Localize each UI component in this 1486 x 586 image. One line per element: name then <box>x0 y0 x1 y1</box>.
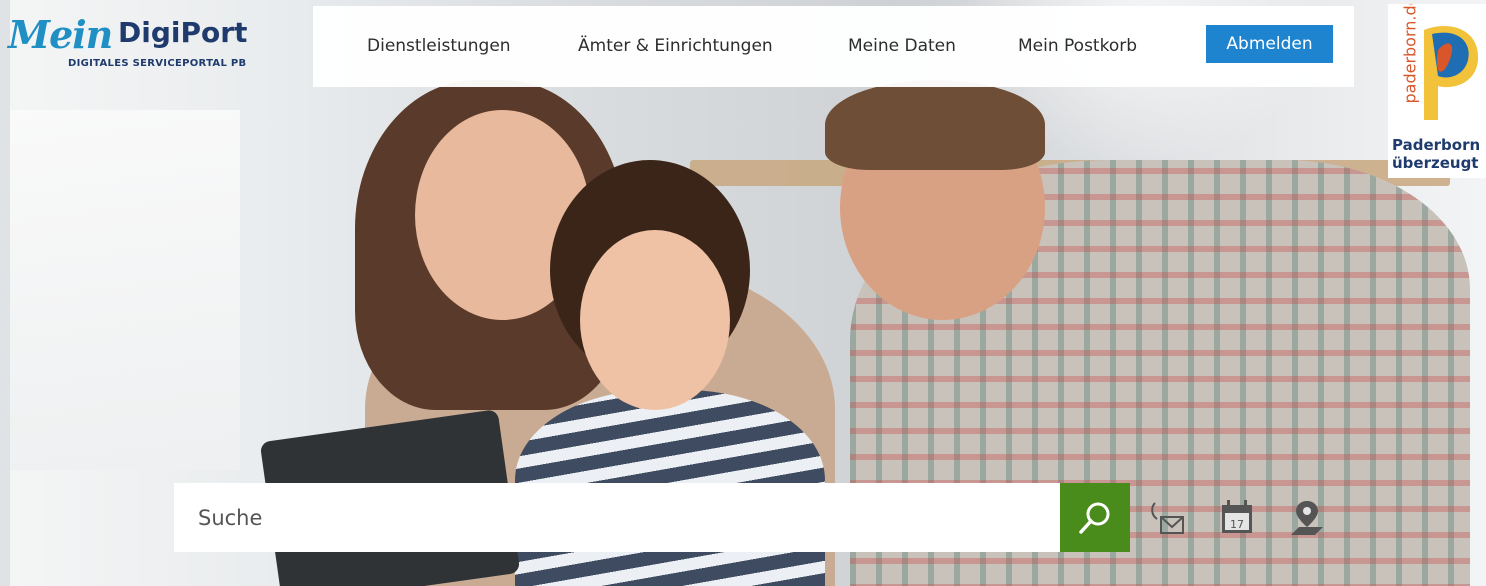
mail-quicklink[interactable] <box>1147 497 1191 541</box>
badge-vertical-text: paderborn.de <box>1400 4 1420 104</box>
mail-icon <box>1151 502 1184 534</box>
calendar-day-text: 17 <box>1230 518 1244 531</box>
logo-subtitle: DIGITALES SERVICEPORTAL PB <box>68 58 247 69</box>
nav-mein-postkorb[interactable]: Mein Postkorb <box>1018 36 1137 56</box>
nav-meine-daten[interactable]: Meine Daten <box>848 36 956 56</box>
search-button[interactable] <box>1060 483 1130 552</box>
logo-mein-text: Mein <box>8 12 113 57</box>
calendar-icon: 17 <box>1222 500 1252 533</box>
logout-button[interactable]: Abmelden <box>1206 25 1333 63</box>
badge-line1: Paderborn <box>1392 136 1481 154</box>
main-navigation: Dienstleistungen Ämter & Einrichtungen M… <box>313 6 1354 87</box>
paderborn-badge[interactable]: paderborn.de Paderborn überzeugt <box>1388 4 1486 178</box>
location-pin-icon <box>1291 501 1323 535</box>
paderborn-p-logo-icon <box>1424 25 1479 120</box>
search-icon <box>1079 502 1110 534</box>
location-quicklink[interactable] <box>1285 497 1329 541</box>
meindigiport-logo[interactable]: Mein DigiPort DIGITALES SERVICEPORTAL PB <box>8 12 278 78</box>
calendar-quicklink[interactable]: 17 <box>1216 497 1260 541</box>
badge-line2: überzeugt <box>1392 154 1479 172</box>
logo-digiport-text: DigiPort <box>118 16 248 49</box>
nav-dienstleistungen[interactable]: Dienstleistungen <box>367 36 511 56</box>
nav-aemter-einrichtungen[interactable]: Ämter & Einrichtungen <box>578 36 773 56</box>
search-input[interactable] <box>174 483 1060 552</box>
